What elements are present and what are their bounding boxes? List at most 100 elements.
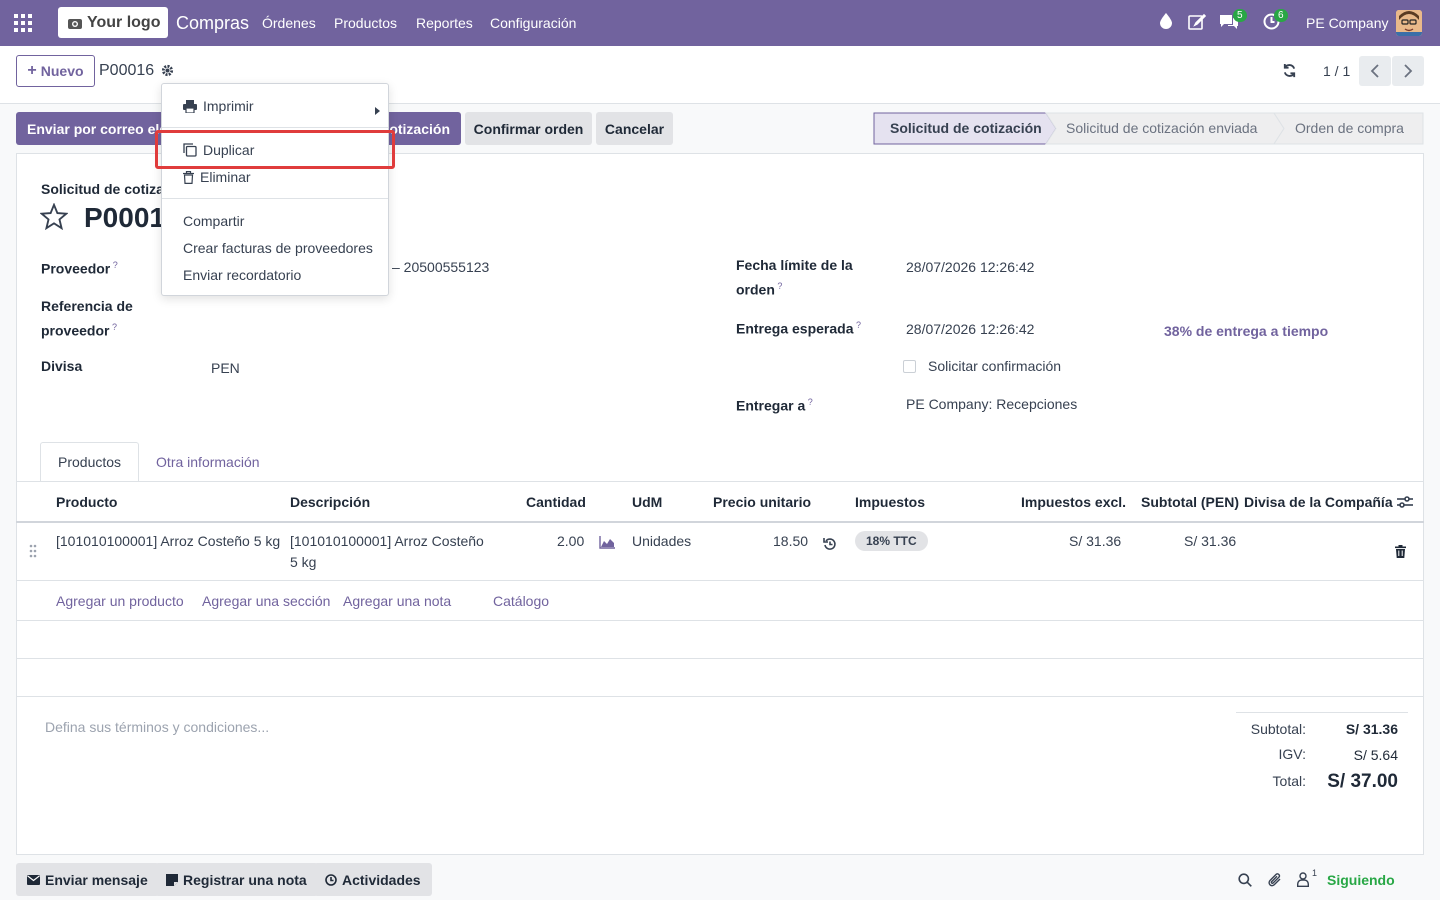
line-quantity[interactable]: 2.00 bbox=[557, 533, 584, 549]
edit-note-icon[interactable] bbox=[1188, 13, 1206, 31]
pager-next-button[interactable] bbox=[1392, 56, 1424, 86]
app-name[interactable]: Compras bbox=[176, 13, 249, 34]
new-button[interactable]: + Nuevo bbox=[16, 55, 95, 87]
status-rfq[interactable]: Solicitud de cotización bbox=[890, 120, 1042, 136]
following-button[interactable]: Siguiendo bbox=[1327, 872, 1395, 888]
deadline-label: Fecha límite de la orden ? bbox=[736, 257, 853, 298]
line-uom[interactable]: Unidades bbox=[632, 533, 691, 549]
print-quote-button[interactable]: otización bbox=[388, 112, 461, 145]
menu-item-share[interactable]: Compartir bbox=[183, 213, 244, 229]
company-logo[interactable]: Your logo bbox=[58, 7, 168, 38]
col-header-product[interactable]: Producto bbox=[56, 494, 117, 510]
expected-date-field[interactable]: 28/07/2026 12:26:42 bbox=[906, 321, 1034, 337]
plus-icon: + bbox=[27, 62, 37, 79]
area-chart-icon[interactable] bbox=[599, 536, 615, 552]
menu-divider bbox=[162, 198, 388, 199]
user-avatar[interactable] bbox=[1396, 10, 1422, 36]
drag-handle-icon[interactable] bbox=[29, 544, 37, 561]
menu-item-print[interactable]: Imprimir bbox=[183, 98, 254, 114]
line-unit-price[interactable]: 18.50 bbox=[773, 533, 808, 549]
log-note-label: Registrar una nota bbox=[183, 871, 307, 888]
line-description-1[interactable]: [101010100001] Arroz Costeño bbox=[290, 533, 484, 549]
menu-item-send-reminder[interactable]: Enviar recordatorio bbox=[183, 267, 301, 283]
trash-icon[interactable] bbox=[1395, 545, 1406, 561]
new-button-label: Nuevo bbox=[40, 63, 84, 79]
drop-icon[interactable] bbox=[1160, 13, 1172, 29]
col-header-taxes[interactable]: Impuestos bbox=[855, 494, 925, 510]
col-header-company-currency[interactable]: Divisa de la Compañía bbox=[1244, 494, 1393, 510]
breadcrumb-record: P00016 bbox=[99, 62, 155, 79]
apps-menu-icon[interactable] bbox=[0, 0, 46, 46]
menu-item-print-label: Imprimir bbox=[203, 98, 254, 114]
chat-icon[interactable]: 5 bbox=[1219, 9, 1247, 30]
status-purchase-order[interactable]: Orden de compra bbox=[1295, 120, 1404, 136]
ask-confirmation-checkbox[interactable] bbox=[903, 360, 916, 373]
menu-reportes[interactable]: Reportes bbox=[416, 15, 473, 31]
on-time-rate-link[interactable]: 38% de entrega a tiempo bbox=[1164, 323, 1328, 339]
add-section-link[interactable]: Agregar una sección bbox=[202, 593, 330, 609]
menu-ordenes[interactable]: Órdenes bbox=[262, 15, 316, 31]
send-email-button[interactable]: Enviar por correo ele bbox=[16, 112, 167, 145]
refresh-icon[interactable] bbox=[1282, 63, 1297, 81]
expected-label: Entrega esperada ? bbox=[736, 320, 862, 337]
trash-icon bbox=[183, 170, 194, 184]
line-subtotal: S/ 31.36 bbox=[1184, 533, 1237, 549]
menu-configuracion[interactable]: Configuración bbox=[490, 15, 576, 31]
activities-button[interactable]: Actividades bbox=[314, 863, 432, 896]
line-untaxed: S/ 31.36 bbox=[1069, 533, 1122, 549]
tax-badge[interactable]: 18% TTC bbox=[855, 531, 928, 551]
subtotal-label: Subtotal: bbox=[1250, 721, 1306, 737]
paperclip-icon[interactable] bbox=[1267, 872, 1283, 891]
add-product-link[interactable]: Agregar un producto bbox=[56, 593, 184, 609]
form-subtitle: Solicitud de cotizac bbox=[41, 181, 172, 197]
col-header-description[interactable]: Descripción bbox=[290, 494, 370, 510]
gear-icon[interactable] bbox=[161, 64, 174, 80]
deadline-field[interactable]: 28/07/2026 12:26:42 bbox=[906, 259, 1034, 275]
currency-label: Divisa bbox=[41, 358, 83, 374]
tab-otra-informacion[interactable]: Otra información bbox=[139, 442, 276, 482]
star-icon[interactable] bbox=[39, 202, 69, 233]
col-header-untaxed[interactable]: Impuestos excl. bbox=[1021, 494, 1126, 510]
history-icon[interactable] bbox=[823, 537, 837, 554]
row-divider bbox=[16, 620, 1424, 621]
send-message-label: Enviar mensaje bbox=[45, 871, 148, 888]
followers-icon[interactable] bbox=[1297, 872, 1309, 890]
menu-productos[interactable]: Productos bbox=[334, 15, 397, 31]
col-header-uom[interactable]: UdM bbox=[632, 494, 662, 510]
log-note-button[interactable]: Registrar una nota bbox=[155, 863, 318, 896]
line-product[interactable]: [101010100001] Arroz Costeño 5 kg bbox=[56, 533, 280, 549]
subtotal-value: S/ 31.36 bbox=[1345, 721, 1398, 737]
cancel-button[interactable]: Cancelar bbox=[596, 112, 673, 145]
col-header-subtotal[interactable]: Subtotal (PEN) bbox=[1141, 494, 1239, 510]
optional-columns-icon[interactable] bbox=[1397, 495, 1413, 512]
col-header-quantity[interactable]: Cantidad bbox=[526, 494, 586, 510]
company-switcher[interactable]: PE Company bbox=[1306, 15, 1388, 31]
line-description-2[interactable]: 5 kg bbox=[290, 554, 316, 570]
status-rfq-sent[interactable]: Solicitud de cotización enviada bbox=[1066, 120, 1257, 136]
highlight-annotation-box bbox=[155, 130, 395, 169]
pager-value[interactable]: 1 / 1 bbox=[1323, 63, 1350, 79]
send-message-button[interactable]: Enviar mensaje bbox=[16, 863, 159, 896]
camera-icon bbox=[68, 18, 82, 29]
totals-divider bbox=[1236, 712, 1408, 713]
record-name-heading[interactable]: P0001 bbox=[84, 202, 165, 234]
menu-item-delete[interactable]: Eliminar bbox=[183, 169, 251, 185]
tab-productos[interactable]: Productos bbox=[40, 442, 140, 482]
catalog-link[interactable]: Catálogo bbox=[493, 593, 549, 609]
deliver-to-field[interactable]: PE Company: Recepciones bbox=[906, 396, 1077, 412]
activities-label: Actividades bbox=[342, 871, 421, 888]
pager-previous-button[interactable] bbox=[1359, 56, 1391, 86]
add-note-link[interactable]: Agregar una nota bbox=[343, 593, 451, 609]
terms-conditions-field[interactable]: Defina sus términos y condiciones... bbox=[45, 719, 269, 735]
chat-badge: 5 bbox=[1233, 9, 1247, 22]
menu-item-delete-label: Eliminar bbox=[200, 169, 251, 185]
col-header-unit-price[interactable]: Precio unitario bbox=[713, 494, 811, 510]
confirm-order-button[interactable]: Confirmar orden bbox=[465, 112, 592, 145]
activity-clock-icon[interactable]: 6 bbox=[1263, 9, 1288, 30]
search-icon[interactable] bbox=[1238, 873, 1252, 890]
vendor-field[interactable]: – 20500555123 bbox=[392, 259, 489, 275]
currency-field[interactable]: PEN bbox=[211, 360, 240, 376]
vendor-ref-label: Referencia de proveedor ? bbox=[41, 298, 133, 339]
vendor-label: Proveedor ? bbox=[41, 260, 118, 277]
menu-item-create-bills[interactable]: Crear facturas de proveedores bbox=[183, 240, 373, 256]
